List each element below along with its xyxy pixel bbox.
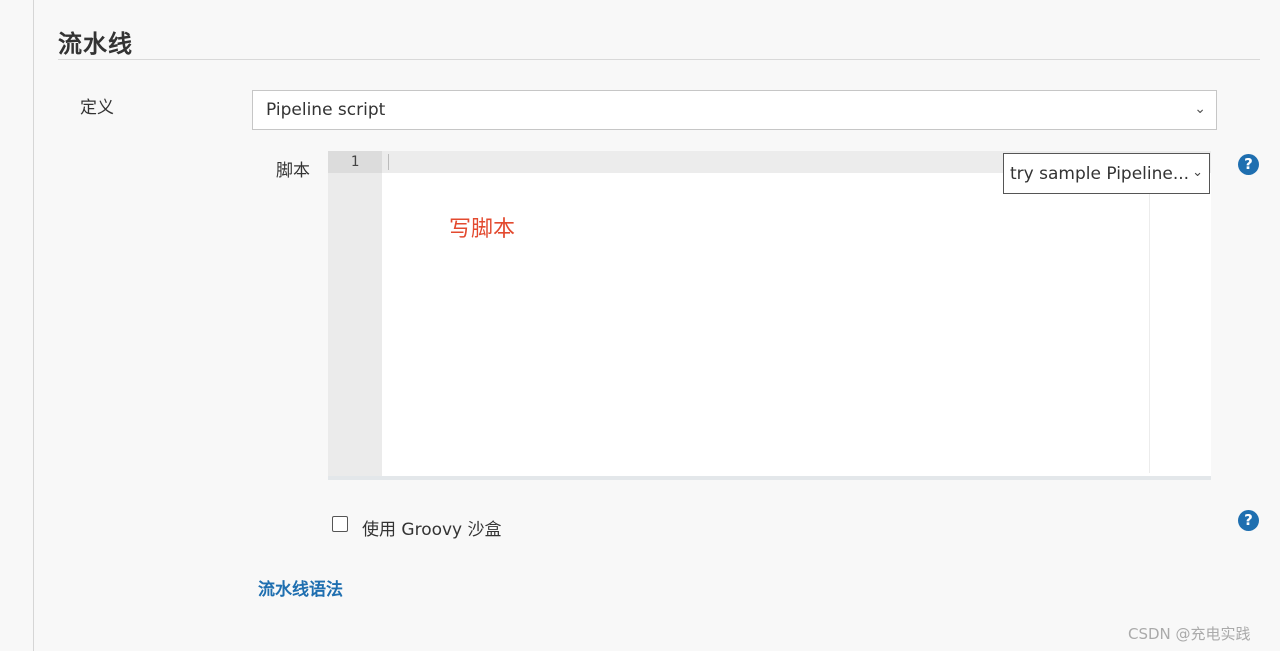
- groovy-sandbox-label: 使用 Groovy 沙盒: [362, 520, 502, 540]
- script-label: 脚本: [276, 161, 310, 181]
- section-title: 流水线: [58, 30, 133, 58]
- chevron-down-icon: ⌄: [1192, 165, 1203, 180]
- definition-select[interactable]: Pipeline script ⌄: [252, 90, 1217, 130]
- script-editor[interactable]: 1 写脚本: [328, 151, 1211, 480]
- help-icon[interactable]: ?: [1238, 510, 1259, 531]
- definition-label: 定义: [80, 98, 114, 118]
- groovy-sandbox-checkbox[interactable]: [332, 516, 348, 532]
- sample-pipeline-select[interactable]: try sample Pipeline... ⌄: [1003, 153, 1210, 194]
- pipeline-syntax-link[interactable]: 流水线语法: [258, 575, 343, 600]
- line-number: 1: [328, 151, 382, 173]
- help-icon[interactable]: ?: [1238, 154, 1259, 175]
- text-cursor: [388, 154, 389, 170]
- section-divider: [58, 59, 1260, 60]
- chevron-down-icon: ⌄: [1194, 101, 1206, 117]
- editor-annotation: 写脚本: [449, 217, 516, 242]
- editor-gutter: 1: [328, 151, 382, 476]
- watermark: CSDN @充电实践: [1128, 625, 1251, 643]
- print-margin: [1149, 173, 1150, 473]
- sample-pipeline-select-value: try sample Pipeline...: [1010, 163, 1190, 184]
- left-border: [33, 0, 34, 651]
- definition-select-value: Pipeline script: [266, 100, 386, 120]
